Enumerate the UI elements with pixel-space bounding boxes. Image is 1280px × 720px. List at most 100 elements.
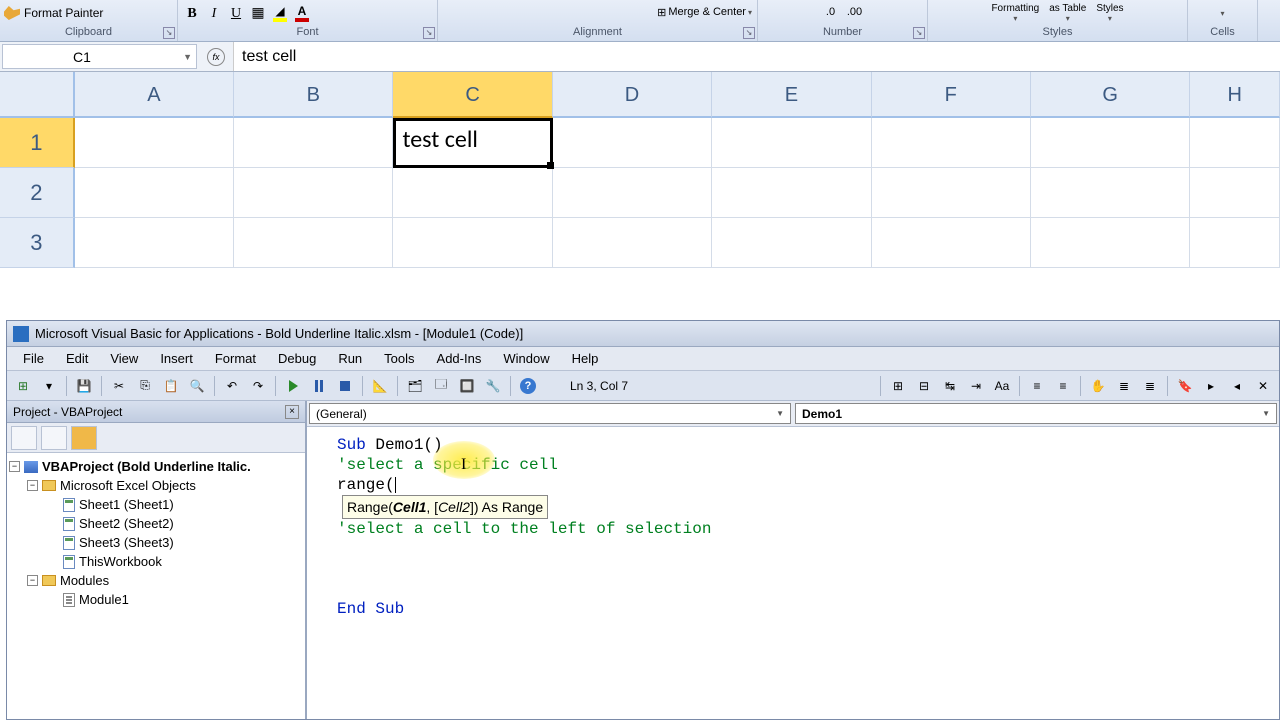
col-header-d[interactable]: D: [553, 72, 712, 118]
cell-e1[interactable]: [712, 118, 871, 168]
cell-b3[interactable]: [234, 218, 393, 268]
bold-button[interactable]: B: [182, 3, 202, 23]
col-header-b[interactable]: B: [234, 72, 393, 118]
tree-project-root[interactable]: − VBAProject (Bold Underline Italic.: [9, 457, 303, 476]
alignment-dialog-launcher[interactable]: ↘: [743, 27, 755, 39]
tb-extra-2[interactable]: ⊟: [912, 374, 936, 398]
code-editor[interactable]: I Sub Demo1() 'select a specific cell ra…: [307, 427, 1279, 719]
cell-g1[interactable]: [1031, 118, 1190, 168]
tb-comment[interactable]: ≣: [1112, 374, 1136, 398]
decrease-decimal-button[interactable]: .00: [844, 0, 866, 24]
tb-bookmark[interactable]: 🔖: [1173, 374, 1197, 398]
menu-help[interactable]: Help: [562, 349, 609, 368]
tb-next-bm[interactable]: ▸: [1199, 374, 1223, 398]
find-button[interactable]: 🔍: [185, 374, 209, 398]
redo-button[interactable]: ↷: [246, 374, 270, 398]
menu-edit[interactable]: Edit: [56, 349, 98, 368]
cell-d3[interactable]: [553, 218, 712, 268]
insert-module-button[interactable]: ▾: [37, 374, 61, 398]
properties-button[interactable]: 🗔: [429, 374, 453, 398]
cell-a1[interactable]: [75, 118, 234, 168]
cell-g2[interactable]: [1031, 168, 1190, 218]
view-code-button[interactable]: [11, 426, 37, 450]
col-header-a[interactable]: A: [75, 72, 234, 118]
select-all-corner[interactable]: [0, 72, 75, 118]
procedure-dropdown[interactable]: Demo1 ▼: [795, 403, 1277, 424]
cell-c3[interactable]: [393, 218, 552, 268]
tree-module1[interactable]: Module1: [9, 590, 303, 609]
format-painter-button[interactable]: Format Painter: [4, 6, 103, 20]
cell-c1[interactable]: test cell: [393, 118, 552, 168]
menu-addins[interactable]: Add-Ins: [427, 349, 492, 368]
cell-f2[interactable]: [872, 168, 1031, 218]
italic-button[interactable]: I: [204, 3, 224, 23]
cell-h1[interactable]: [1190, 118, 1280, 168]
tree-sheet2[interactable]: Sheet2 (Sheet2): [9, 514, 303, 533]
vba-titlebar[interactable]: Microsoft Visual Basic for Applications …: [7, 321, 1279, 347]
font-color-button[interactable]: A: [292, 3, 312, 23]
toolbox-button[interactable]: 🔧: [481, 374, 505, 398]
tb-clear-bm[interactable]: ✕: [1251, 374, 1275, 398]
menu-file[interactable]: File: [13, 349, 54, 368]
menu-window[interactable]: Window: [493, 349, 559, 368]
cell-g3[interactable]: [1031, 218, 1190, 268]
view-object-button[interactable]: [41, 426, 67, 450]
tree-excel-objects[interactable]: − Microsoft Excel Objects: [9, 476, 303, 495]
paste-button[interactable]: 📋: [159, 374, 183, 398]
format-as-table-button[interactable]: as Table▾: [1049, 3, 1086, 23]
minus-icon[interactable]: −: [9, 461, 20, 472]
name-box[interactable]: C1 ▼: [2, 44, 197, 69]
design-mode-button[interactable]: 📐: [368, 374, 392, 398]
row-header-1[interactable]: 1: [0, 118, 75, 168]
col-header-f[interactable]: F: [872, 72, 1031, 118]
view-excel-button[interactable]: ⊞: [11, 374, 35, 398]
col-header-e[interactable]: E: [712, 72, 871, 118]
chevron-down-icon[interactable]: ▼: [183, 52, 192, 62]
merge-center-button[interactable]: ⊞ Merge & Center ▾: [656, 0, 753, 24]
object-browser-button[interactable]: 🔲: [455, 374, 479, 398]
tree-sheet1[interactable]: Sheet1 (Sheet1): [9, 495, 303, 514]
undo-button[interactable]: ↶: [220, 374, 244, 398]
conditional-formatting-button[interactable]: Formatting▾: [991, 3, 1039, 23]
tb-indent[interactable]: ≡: [1051, 374, 1075, 398]
tb-uncomment[interactable]: ≣: [1138, 374, 1162, 398]
fill-color-button[interactable]: ◢: [270, 3, 290, 23]
col-header-g[interactable]: G: [1031, 72, 1190, 118]
help-button[interactable]: ?: [516, 374, 540, 398]
worksheet[interactable]: A B C D E F G H 1 test cell 2: [0, 72, 1280, 268]
minus-icon[interactable]: −: [27, 575, 38, 586]
underline-button[interactable]: U: [226, 3, 246, 23]
col-header-h[interactable]: H: [1190, 72, 1280, 118]
cell-d1[interactable]: [553, 118, 712, 168]
project-tree[interactable]: − VBAProject (Bold Underline Italic. − M…: [7, 453, 305, 719]
menu-format[interactable]: Format: [205, 349, 266, 368]
copy-button[interactable]: ⎘: [133, 374, 157, 398]
menu-run[interactable]: Run: [328, 349, 372, 368]
reset-button[interactable]: [333, 374, 357, 398]
cell-h2[interactable]: [1190, 168, 1280, 218]
cell-f3[interactable]: [872, 218, 1031, 268]
tb-prev-bm[interactable]: ◂: [1225, 374, 1249, 398]
object-dropdown[interactable]: (General) ▼: [309, 403, 791, 424]
cell-styles-button[interactable]: Styles▾: [1096, 3, 1123, 23]
row-header-2[interactable]: 2: [0, 168, 75, 218]
break-button[interactable]: [307, 374, 331, 398]
tb-hand[interactable]: ✋: [1086, 374, 1110, 398]
minus-icon[interactable]: −: [27, 480, 38, 491]
save-button[interactable]: 💾: [72, 374, 96, 398]
tb-extra-1[interactable]: ⊞: [886, 374, 910, 398]
project-explorer-title[interactable]: Project - VBAProject ×: [7, 401, 305, 423]
tree-modules[interactable]: − Modules: [9, 571, 303, 590]
tree-thisworkbook[interactable]: ThisWorkbook: [9, 552, 303, 571]
tb-extra-3[interactable]: ↹: [938, 374, 962, 398]
clipboard-dialog-launcher[interactable]: ↘: [163, 27, 175, 39]
cell-b1[interactable]: [234, 118, 393, 168]
cell-e2[interactable]: [712, 168, 871, 218]
cell-d2[interactable]: [553, 168, 712, 218]
tb-extra-4[interactable]: ⇥: [964, 374, 988, 398]
tb-outdent[interactable]: ≡: [1025, 374, 1049, 398]
cell-c2[interactable]: [393, 168, 552, 218]
project-explorer-button[interactable]: 🗂: [403, 374, 427, 398]
close-icon[interactable]: ×: [285, 405, 299, 419]
increase-decimal-button[interactable]: .0: [820, 0, 842, 24]
